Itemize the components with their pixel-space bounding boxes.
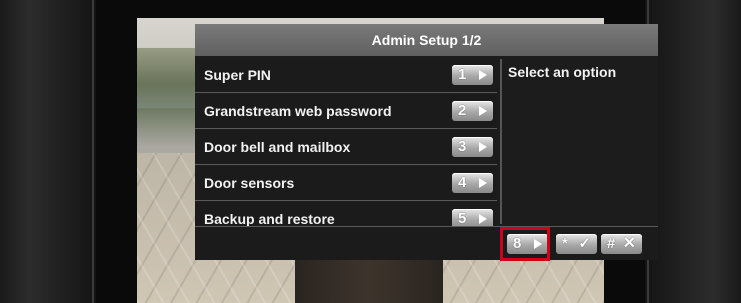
key-number: 3 bbox=[458, 138, 467, 155]
menu-item-label: Door bell and mailbox bbox=[204, 139, 351, 155]
hash-key-symbol: # bbox=[607, 235, 616, 252]
key-2-button[interactable]: 2 bbox=[452, 101, 493, 121]
menu-item-door-bell[interactable]: Door bell and mailbox 3 bbox=[195, 131, 497, 165]
key-1-button[interactable]: 1 bbox=[452, 65, 493, 85]
arrow-right-icon bbox=[479, 106, 487, 116]
arrow-right-icon bbox=[479, 178, 487, 188]
close-icon: ✕ bbox=[622, 235, 636, 252]
next-page-highlight bbox=[500, 227, 550, 261]
menu-list: Super PIN 1 Grandstream web password 2 D… bbox=[195, 59, 497, 239]
admin-setup-menu: Admin Setup 1/2 Super PIN 1 Grandstream … bbox=[195, 24, 658, 261]
camera-visitor bbox=[295, 253, 443, 303]
arrow-right-icon bbox=[479, 70, 487, 80]
menu-item-super-pin[interactable]: Super PIN 1 bbox=[195, 59, 497, 93]
star-key-symbol: * bbox=[562, 235, 568, 252]
key-number: 2 bbox=[458, 102, 467, 119]
menu-item-door-sensors[interactable]: Door sensors 4 bbox=[195, 167, 497, 201]
key-3-button[interactable]: 3 bbox=[452, 137, 493, 157]
menu-title: Admin Setup 1/2 bbox=[195, 24, 658, 56]
menu-item-label: Super PIN bbox=[204, 67, 271, 83]
key-number: 4 bbox=[458, 174, 467, 191]
menu-item-web-password[interactable]: Grandstream web password 2 bbox=[195, 95, 497, 129]
arrow-right-icon bbox=[479, 214, 487, 224]
confirm-button[interactable]: * ✓ bbox=[556, 234, 597, 254]
key-number: 1 bbox=[458, 66, 467, 83]
device-frame-left bbox=[0, 0, 96, 303]
key-4-button[interactable]: 4 bbox=[452, 173, 493, 193]
check-icon: ✓ bbox=[578, 235, 591, 252]
arrow-right-icon bbox=[479, 142, 487, 152]
menu-divider bbox=[500, 59, 502, 224]
device-frame-right bbox=[645, 0, 741, 303]
menu-item-label: Door sensors bbox=[204, 175, 295, 191]
menu-item-label: Grandstream web password bbox=[204, 103, 392, 119]
cancel-button[interactable]: # ✕ bbox=[601, 234, 642, 254]
hint-text: Select an option bbox=[508, 64, 617, 80]
device-bezel: Admin Setup 1/2 Super PIN 1 Grandstream … bbox=[0, 0, 741, 303]
footer-bar: 8 * ✓ # ✕ bbox=[195, 226, 658, 261]
